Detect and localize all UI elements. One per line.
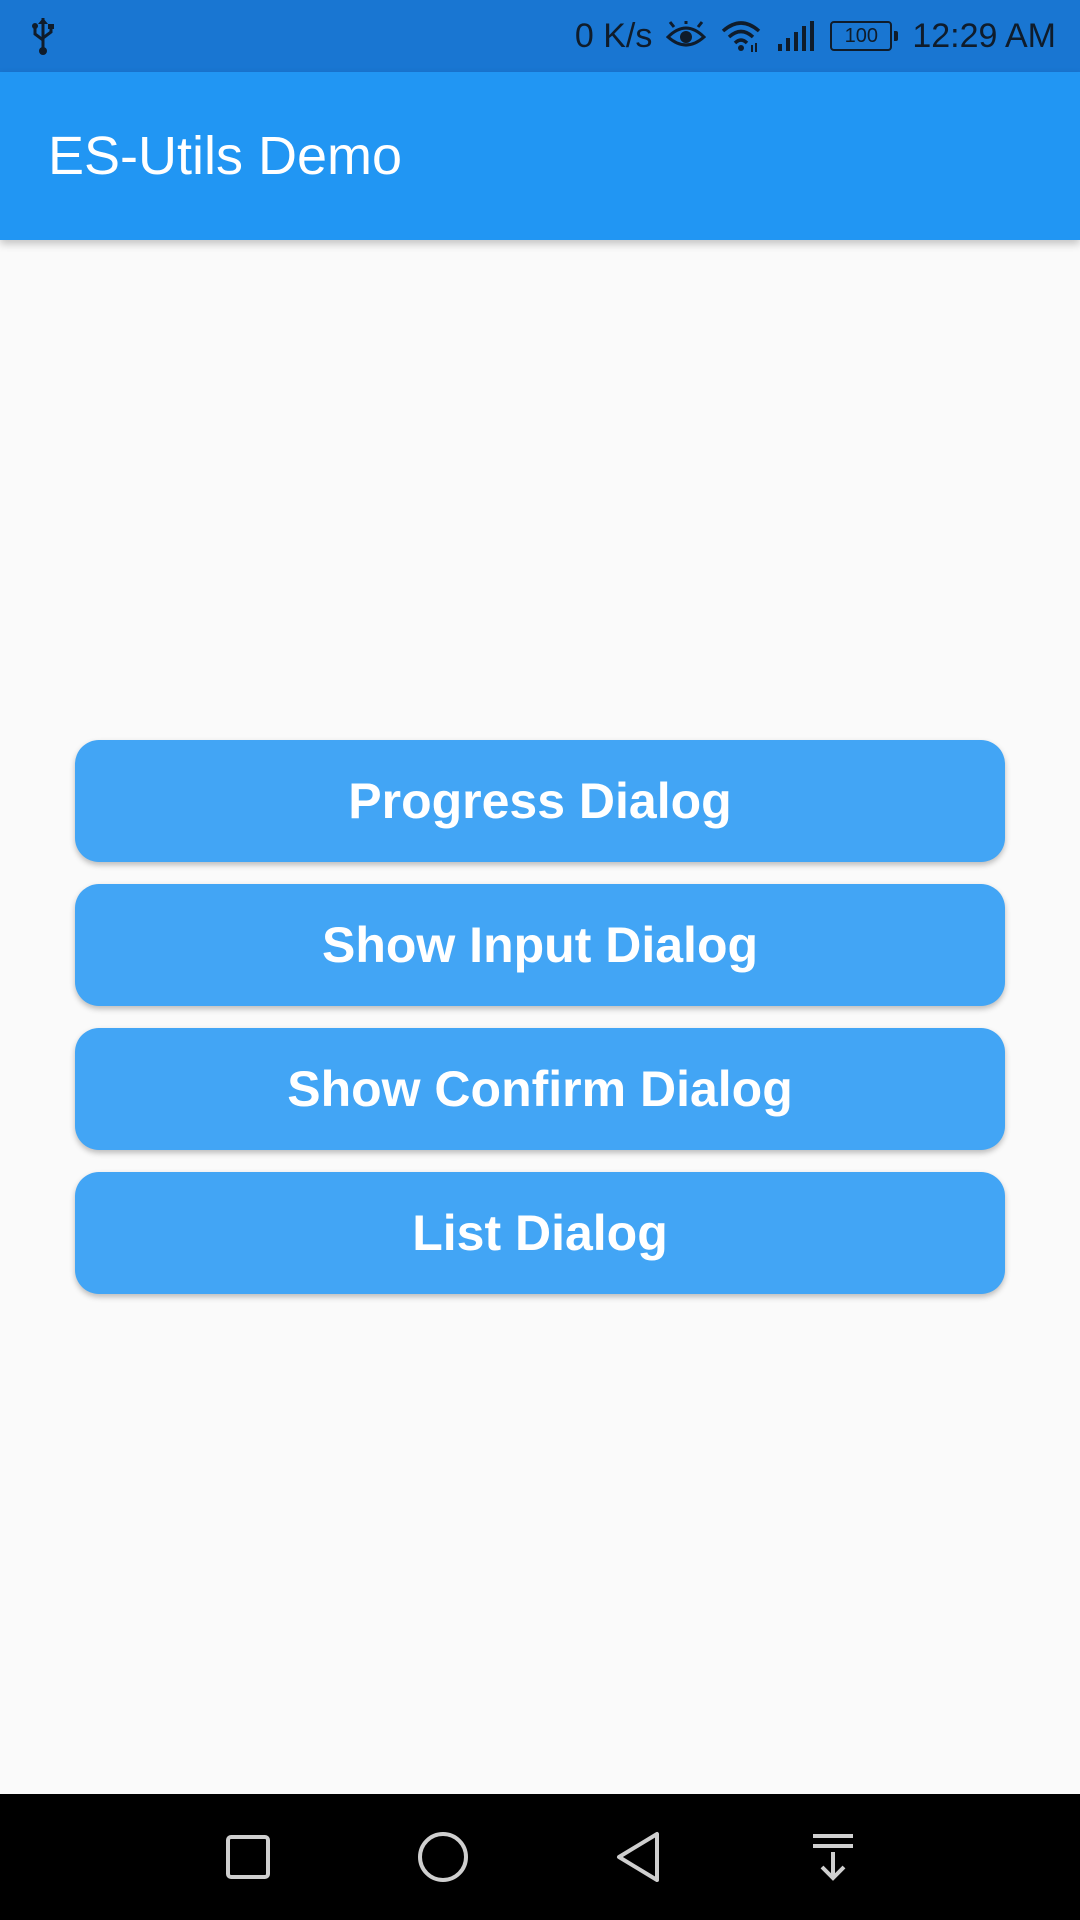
- battery-level: 100: [830, 21, 893, 51]
- signal-icon: [776, 20, 816, 52]
- eye-icon: [666, 21, 707, 51]
- progress-dialog-button[interactable]: Progress Dialog: [75, 740, 1005, 862]
- clock: 12:29 AM: [912, 16, 1056, 55]
- status-bar: 0 K/s 100 12:29 AM: [0, 0, 1080, 72]
- wifi-icon: [720, 19, 762, 53]
- show-confirm-dialog-button[interactable]: Show Confirm Dialog: [75, 1028, 1005, 1150]
- usb-icon: [30, 16, 56, 56]
- app-title: ES-Utils Demo: [48, 126, 403, 186]
- back-triangle-icon[interactable]: [598, 1817, 678, 1897]
- main-content: Progress Dialog Show Input Dialog Show C…: [0, 240, 1080, 1794]
- notification-pulldown-icon[interactable]: [793, 1817, 873, 1897]
- home-circle-icon[interactable]: [403, 1817, 483, 1897]
- list-dialog-button[interactable]: List Dialog: [75, 1172, 1005, 1294]
- navigation-bar: [0, 1794, 1080, 1920]
- net-speed: 0 K/s: [574, 16, 653, 55]
- app-bar: ES-Utils Demo: [0, 72, 1080, 240]
- battery-icon: 100: [830, 21, 899, 51]
- show-input-dialog-button[interactable]: Show Input Dialog: [75, 884, 1005, 1006]
- button-list: Progress Dialog Show Input Dialog Show C…: [75, 740, 1005, 1294]
- recents-square-icon[interactable]: [208, 1817, 288, 1897]
